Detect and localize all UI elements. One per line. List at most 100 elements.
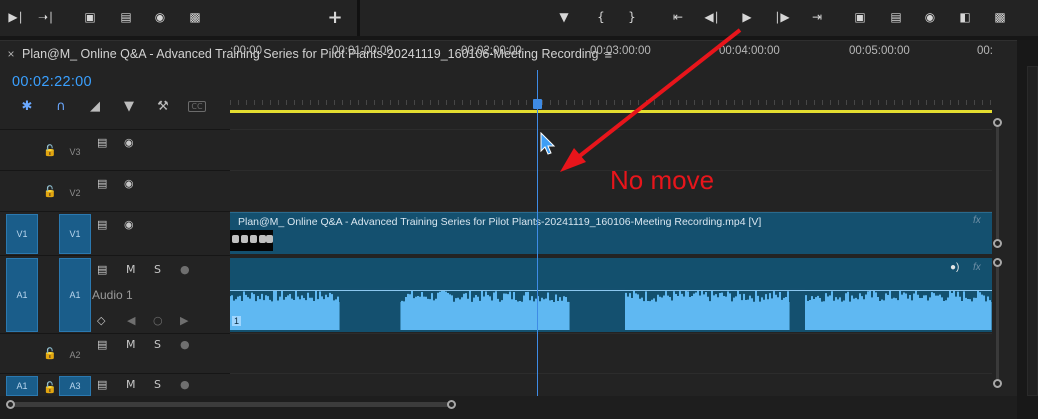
marker-icon[interactable]: ▼ [552,6,576,28]
lock-icon[interactable]: 🔓 [43,185,57,198]
mute-button[interactable]: M [126,338,136,351]
audio-vertical-scrollbar[interactable] [993,258,1002,388]
scrollbar-handle-bottom[interactable] [993,239,1002,248]
add-marker-icon[interactable]: ▼ [112,96,146,116]
go-to-out-icon[interactable]: ➝∣ [34,6,58,28]
track-divider [230,333,992,334]
time-ruler[interactable] [230,100,992,105]
snap-magnet-icon[interactable]: ∩ [44,96,78,116]
extract-icon[interactable]: ▤ [884,6,908,28]
eye-icon[interactable]: ◉ [124,177,134,190]
track-divider [230,129,992,130]
video-thumbnail [230,230,273,251]
audio-waveform [230,288,992,330]
mark-in-icon[interactable]: ▶∣ [4,6,28,28]
mouse-cursor-icon [540,132,556,155]
track-target-v1[interactable]: V1 [59,214,91,254]
sync-lock-icon[interactable]: ▤ [97,378,107,391]
lock-icon[interactable]: 🔓 [43,347,57,360]
playhead-handle[interactable] [533,99,542,109]
toolbar-divider [357,0,360,36]
step-forward-icon[interactable]: ∣▶ [770,6,794,28]
scrollbar-handle-right[interactable] [447,400,456,409]
microphone-icon[interactable]: ● [180,263,190,276]
compare-icon[interactable]: ▩ [183,6,207,28]
track-divider [0,255,230,256]
video-vertical-scrollbar[interactable] [993,118,1002,248]
track-target-v2[interactable]: V2 [59,181,91,205]
close-icon[interactable]: × [0,47,22,61]
audio-track-name[interactable]: Audio 1 [92,288,133,302]
source-patch-a1[interactable]: A1 [6,258,38,332]
mark-out-brace-icon[interactable]: } [620,6,644,28]
ruler-label: 00:03:00:00 [590,45,651,57]
sync-lock-icon[interactable]: ▤ [97,177,107,190]
go-to-in-icon[interactable]: ⇤ [666,6,690,28]
ruler-label: 00:01:00:00 [332,45,393,57]
add-keyframe-icon[interactable]: ○ [153,314,163,327]
solo-button[interactable]: S [154,263,161,276]
audio-meter [1027,66,1038,396]
sync-lock-icon[interactable]: ▤ [97,218,107,231]
sync-lock-icon[interactable]: ▤ [97,136,107,149]
scrollbar-track[interactable] [996,118,999,248]
track-divider [230,373,992,374]
captions-icon[interactable]: CC [180,96,214,116]
next-keyframe-icon[interactable]: ▶ [180,314,188,327]
eye-icon[interactable]: ◉ [124,218,134,231]
compare-icon[interactable]: ▩ [988,6,1012,28]
source-patch-v1[interactable]: V1 [6,214,38,254]
adjacent-panel-edge [1017,40,1038,419]
source-patch-a3[interactable]: A1 [6,376,38,396]
play-icon[interactable]: ▶ [735,6,759,28]
track-target-a2[interactable]: A2 [59,343,91,367]
extract-icon[interactable]: ▤ [114,6,138,28]
horizontal-zoom-scrollbar[interactable] [6,400,456,409]
track-target-a1[interactable]: A1 [59,258,91,332]
microphone-icon[interactable]: ● [180,338,190,351]
keyframe-toggle-icon[interactable]: ◇ [97,314,105,327]
track-divider [0,211,230,212]
scrollbar-track[interactable] [10,402,452,407]
microphone-icon[interactable]: ● [180,378,190,391]
audio-keyframe-icon: ●) [950,262,960,273]
nest-toggle-icon[interactable]: ✱ [10,96,44,116]
step-back-icon[interactable]: ◀∣ [700,6,724,28]
scrollbar-handle-bottom[interactable] [993,379,1002,388]
lift-icon[interactable]: ▣ [78,6,102,28]
playhead-timecode[interactable]: 00:02:22:00 [12,74,92,90]
export-frame-icon[interactable]: ◉ [918,6,942,28]
work-area-bar[interactable] [230,110,992,113]
timeline-tools: ✱ ∩ ◢ ▼ ⚒ CC [10,96,214,116]
track-target-a3[interactable]: A3 [59,376,91,396]
playhead-line[interactable] [537,70,538,400]
mute-button[interactable]: M [126,378,136,391]
go-to-out-icon[interactable]: ⇥ [805,6,829,28]
scrollbar-track[interactable] [996,258,999,388]
export-frame-icon[interactable]: ◉ [148,6,172,28]
lock-icon[interactable]: 🔓 [43,381,57,394]
eye-icon[interactable]: ◉ [124,136,134,149]
ruler-label: 00: [977,45,993,57]
solo-button[interactable]: S [154,338,161,351]
linked-selection-icon[interactable]: ◢ [78,96,112,116]
scrollbar-handle-top[interactable] [993,118,1002,127]
previous-keyframe-icon[interactable]: ◀ [127,314,135,327]
sync-lock-icon[interactable]: ▤ [97,338,107,351]
audio-clip[interactable] [230,258,992,332]
multi-cam-icon[interactable]: ◧ [953,6,977,28]
annotation-text: No move [610,165,715,195]
sync-lock-icon[interactable]: ▤ [97,263,107,276]
lift-icon[interactable]: ▣ [848,6,872,28]
scrollbar-handle-top[interactable] [993,258,1002,267]
lock-icon[interactable]: 🔓 [43,144,57,157]
mark-in-brace-icon[interactable]: { [589,6,613,28]
track-target-v3[interactable]: V3 [59,140,91,164]
ruler-label: :00:00 [230,45,262,57]
wrench-icon[interactable]: ⚒ [146,96,180,116]
solo-button[interactable]: S [154,378,161,391]
button-editor-add-icon[interactable]: + [323,6,347,28]
mute-button[interactable]: M [126,263,136,276]
ruler-label: 00:05:00:00 [849,45,910,57]
scrollbar-handle-left[interactable] [6,400,15,409]
